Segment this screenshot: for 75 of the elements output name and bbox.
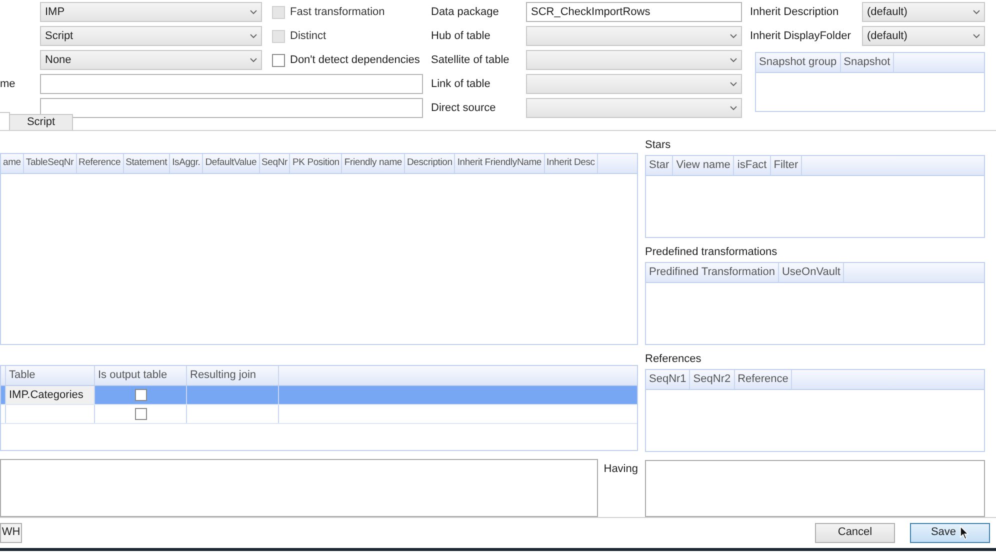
column-header[interactable]: Statement — [124, 154, 170, 173]
button[interactable]: WH — [0, 522, 22, 542]
column-header[interactable]: Filter — [770, 156, 802, 175]
checkbox[interactable] — [134, 408, 146, 420]
button[interactable]: Save — [910, 522, 990, 542]
dropdown[interactable]: Script — [40, 26, 262, 46]
column-header[interactable]: Table — [6, 366, 95, 385]
checkbox-label: Distinct — [290, 28, 326, 44]
field-label: Hub of table — [431, 30, 490, 42]
field-label: Direct source — [431, 102, 496, 114]
dropdown[interactable]: (default) — [862, 26, 985, 46]
checkbox-label: Don't detect dependencies — [290, 52, 420, 68]
input-field[interactable] — [40, 74, 423, 94]
field-label: Link of table — [431, 78, 490, 90]
column-header[interactable]: SeqNr1 — [646, 370, 690, 390]
section-title: Predefined transformations — [645, 245, 778, 258]
column-header[interactable]: Friendly name — [342, 154, 405, 173]
caret-icon — [973, 10, 980, 14]
section-title: References — [645, 352, 702, 366]
column-header[interactable]: SeqNr — [260, 154, 290, 173]
field-label: Inherit DisplayFolder — [750, 30, 851, 42]
column-header[interactable]: Inherit FriendlyName — [455, 154, 545, 173]
column-header[interactable]: Inherit Desc — [544, 154, 598, 173]
field-label: Inherit Description — [750, 6, 839, 18]
column-header[interactable]: Resulting join — [187, 366, 279, 385]
column-header[interactable]: Star — [646, 156, 674, 175]
column-header[interactable]: ame — [1, 154, 24, 173]
column-header[interactable]: DefaultValue — [203, 154, 260, 173]
field-label: me — [0, 78, 16, 90]
column-header[interactable]: Reference — [734, 370, 792, 390]
dropdown[interactable] — [526, 98, 742, 118]
column-header[interactable]: Predifined Transformation — [646, 263, 779, 282]
field-label: Having — [604, 462, 638, 477]
table-cell-text: IMP.Categories — [9, 388, 84, 403]
text-area[interactable] — [0, 459, 598, 517]
column-header[interactable]: IsAggr. — [170, 154, 204, 173]
column-header[interactable]: PK Position — [290, 154, 342, 173]
column-header[interactable]: Description — [405, 154, 456, 173]
button[interactable]: Cancel — [815, 522, 895, 542]
caret-icon — [730, 106, 737, 110]
column-header[interactable]: UseOnVault — [778, 263, 844, 282]
table-row[interactable]: IMP.Categories — [1, 386, 637, 405]
section-title: Stars — [645, 138, 671, 151]
tab[interactable]: Script — [10, 114, 73, 130]
caret-icon — [250, 34, 257, 38]
caret-icon — [250, 10, 257, 14]
column-header[interactable]: Reference — [76, 154, 124, 173]
column-header[interactable]: Snapshot group — [756, 53, 841, 72]
caret-icon — [730, 58, 737, 62]
dropdown[interactable]: (default) — [862, 2, 985, 22]
column-header[interactable]: TableSeqNr — [24, 154, 77, 173]
column-header[interactable]: isFact — [734, 156, 771, 175]
caret-icon — [730, 34, 737, 38]
column-header[interactable]: View name — [673, 156, 734, 175]
field-label: Satellite of table — [431, 54, 510, 66]
caret-icon — [730, 82, 737, 86]
input-field[interactable] — [40, 98, 423, 118]
cursor-icon — [960, 526, 970, 540]
dropdown[interactable]: None — [40, 50, 262, 70]
dropdown[interactable] — [526, 74, 742, 94]
text-area[interactable] — [645, 460, 985, 517]
dropdown[interactable] — [526, 26, 742, 46]
input-field[interactable]: SCR_CheckImportRows — [526, 2, 742, 22]
column-header[interactable]: Snapshot — [840, 53, 894, 72]
checkbox[interactable] — [134, 389, 146, 401]
column-header[interactable]: SeqNr2 — [690, 370, 735, 390]
field-label: Data package — [431, 6, 499, 18]
caret-icon — [250, 58, 257, 62]
checkbox-label: Fast transformation — [290, 4, 385, 20]
caret-icon — [973, 34, 980, 38]
dropdown[interactable]: IMP — [40, 2, 262, 22]
column-header[interactable]: Is output table — [95, 366, 187, 385]
checkbox[interactable] — [272, 54, 285, 66]
tab[interactable] — [0, 112, 10, 130]
dropdown[interactable] — [526, 50, 742, 70]
